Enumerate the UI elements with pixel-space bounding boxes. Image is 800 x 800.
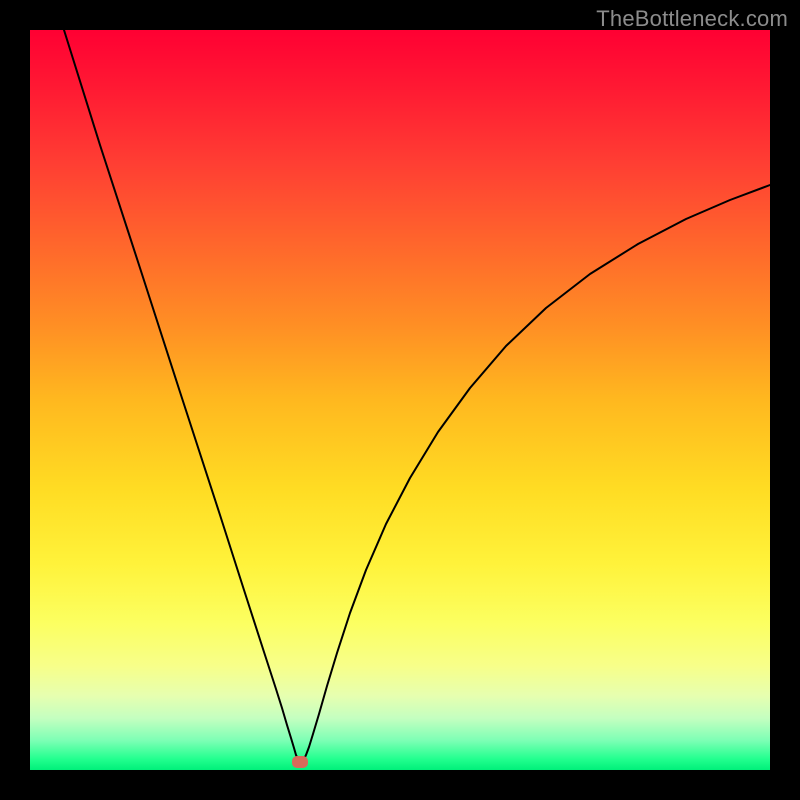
chart-frame: TheBottleneck.com	[0, 0, 800, 800]
bottleneck-curve	[30, 30, 770, 770]
min-marker	[292, 756, 308, 768]
plot-area	[30, 30, 770, 770]
watermark-text: TheBottleneck.com	[596, 6, 788, 32]
